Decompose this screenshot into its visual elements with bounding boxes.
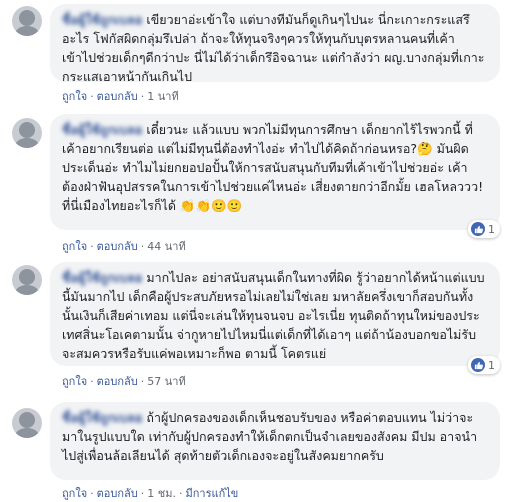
timestamp[interactable]: 1 นาที — [147, 90, 178, 103]
comment-actions: ถูกใจ · ตอบกลับ · 57 นาที — [62, 375, 186, 388]
like-link[interactable]: ถูกใจ — [62, 375, 87, 388]
edited-link[interactable]: มีการแก้ไข — [185, 487, 238, 500]
thumbs-up-icon — [471, 222, 485, 236]
timestamp[interactable]: 44 นาที — [147, 240, 185, 253]
reaction-count: 1 — [488, 222, 495, 236]
reaction-count: 1 — [488, 358, 495, 372]
comment-author[interactable]: ชื่อผู้ใช้ถูกเบลอ — [62, 122, 142, 137]
comment-author[interactable]: ชื่อผู้ใช้ถูกเบลอ — [62, 270, 142, 285]
avatar[interactable] — [12, 408, 42, 438]
avatar[interactable] — [12, 6, 42, 36]
like-link[interactable]: ถูกใจ — [62, 90, 87, 103]
reaction-badge[interactable]: 1 — [468, 356, 500, 374]
reply-link[interactable]: ตอบกลับ — [97, 90, 138, 103]
comment-actions: ถูกใจ · ตอบกลับ · 1 ชม. · มีการแก้ไข — [62, 487, 239, 500]
comment-bubble: ชื่อผู้ใช้ถูกเบลอ เดี๋ยวนะ แล้วแบบ พวกไม่… — [50, 114, 500, 230]
avatar[interactable] — [12, 265, 42, 295]
comment-actions: ถูกใจ · ตอบกลับ · 44 นาที — [62, 240, 186, 253]
reply-link[interactable]: ตอบกลับ — [97, 487, 138, 500]
comment-bubble: ชื่อผู้ใช้ถูกเบลอ มากไปละ อย่าสนับสนุนเด็… — [50, 262, 500, 366]
like-link[interactable]: ถูกใจ — [62, 487, 87, 500]
timestamp[interactable]: 57 นาที — [147, 375, 185, 388]
like-link[interactable]: ถูกใจ — [62, 240, 87, 253]
reply-link[interactable]: ตอบกลับ — [97, 375, 138, 388]
comment-bubble: ชื่อผู้ใช้ถูกเบลอ เขียวยาอ่ะเข้าใจ แต่บาง… — [50, 4, 500, 84]
comment-bubble: ชื่อผู้ใช้ถูกเบลอ ถ้าผู้ปกครองของเด็กเห็น… — [50, 402, 500, 480]
avatar[interactable] — [12, 118, 42, 148]
reply-link[interactable]: ตอบกลับ — [97, 240, 138, 253]
comment-author[interactable]: ชื่อผู้ใช้ถูกเบลอ — [62, 12, 142, 27]
timestamp[interactable]: 1 ชม. — [147, 487, 176, 500]
thumbs-up-icon — [471, 358, 485, 372]
comment-author[interactable]: ชื่อผู้ใช้ถูกเบลอ — [62, 410, 142, 425]
reaction-badge[interactable]: 1 — [468, 220, 500, 238]
comment-actions: ถูกใจ · ตอบกลับ · 1 นาที — [62, 90, 179, 103]
